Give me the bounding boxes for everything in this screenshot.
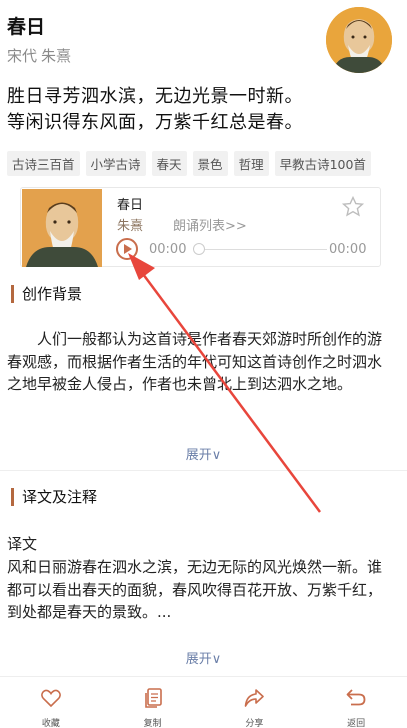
author-link[interactable]: 朱熹 (41, 47, 71, 65)
tag-item[interactable]: 小学古诗 (85, 151, 146, 176)
progress-track[interactable] (197, 249, 327, 250)
share-icon (245, 689, 265, 707)
current-time: 00:00 (149, 242, 187, 257)
background-text: 人们一般都认为这首诗是作者春天郊游时所创作的游春观感，而根据作者生活的年代可知这… (7, 330, 383, 393)
poem-body: 胜日寻芳泗水滨，无边光景一时新。 等闲识得东风面，万紫千红总是春。 (7, 84, 303, 136)
bottom-action-bar: 收藏 复制 分享 返回 (0, 680, 407, 728)
audio-cover-image (22, 189, 102, 267)
background-heading: 创作背景 (11, 285, 82, 303)
translation-label: 译文 (7, 535, 38, 553)
audio-player: 春日 朱熹 朗诵列表>> 00:00 00:00 (20, 187, 381, 267)
recitation-list-link[interactable]: 朗诵列表>> (173, 215, 247, 234)
dynasty-label: 宋代 (7, 47, 38, 65)
favorite-star-icon[interactable] (341, 195, 365, 219)
translation-heading: 译文及注释 (11, 488, 97, 506)
poem-line: 等闲识得东风面，万紫千红总是春。 (7, 112, 303, 133)
copy-button[interactable]: 复制 (102, 680, 204, 728)
back-icon (346, 689, 366, 706)
divider (0, 470, 407, 471)
favorite-button[interactable]: 收藏 (0, 680, 102, 728)
heart-icon (40, 689, 61, 708)
tag-item[interactable]: 早教古诗100首 (274, 151, 371, 176)
translation-expand-link[interactable]: 展开∨ (0, 648, 407, 667)
copy-label: 复制 (143, 719, 162, 728)
share-button[interactable]: 分享 (204, 680, 306, 728)
divider (0, 676, 407, 677)
favorite-label: 收藏 (41, 719, 60, 728)
progress-knob[interactable] (193, 243, 205, 255)
play-icon[interactable] (116, 238, 138, 260)
total-time: 00:00 (329, 242, 367, 257)
back-label: 返回 (347, 719, 366, 728)
back-button[interactable]: 返回 (305, 680, 407, 728)
translation-text: 风和日丽游春在泗水之滨，无边无际的风光焕然一新。谁都可以看出春天的面貌，春风吹得… (7, 558, 383, 621)
author-avatar[interactable] (326, 7, 392, 73)
author-line: 宋代 朱熹 (7, 45, 71, 66)
poem-detail-page: 春日 宋代 朱熹 胜日寻芳泗水滨，无边光景一时新。 等闲识得东风面，万紫千红总是春… (0, 0, 407, 728)
tag-item[interactable]: 古诗三百首 (7, 151, 80, 176)
poem-title: 春日 (7, 16, 46, 38)
tag-item[interactable]: 哲理 (233, 151, 269, 176)
audio-title: 春日 (117, 198, 144, 213)
tag-item[interactable]: 景色 (192, 151, 228, 176)
copy-icon (144, 688, 162, 708)
share-label: 分享 (245, 719, 264, 728)
audio-author-link[interactable]: 朱熹 (117, 215, 143, 234)
background-expand-link[interactable]: 展开∨ (0, 444, 407, 463)
tag-item[interactable]: 春天 (151, 151, 187, 176)
tag-list: 古诗三百首 小学古诗 春天 景色 哲理 早教古诗100首 (7, 151, 371, 176)
poem-line: 胜日寻芳泗水滨，无边光景一时新。 (7, 86, 303, 107)
